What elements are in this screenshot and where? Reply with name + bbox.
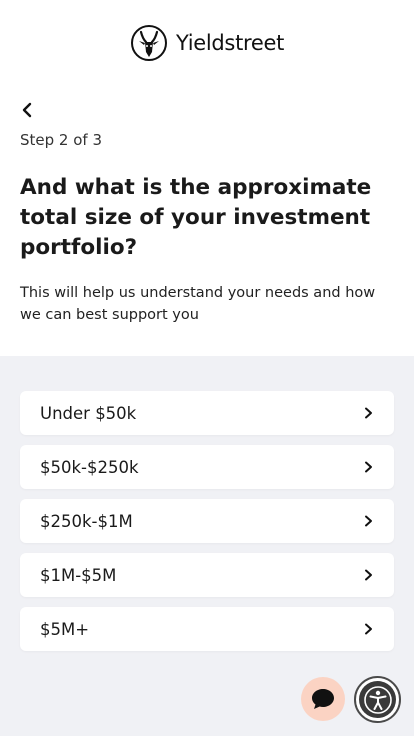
header-section: Yieldstreet Step 2 of 3 And what is the … bbox=[0, 0, 414, 356]
option-under-50k[interactable]: Under $50k bbox=[20, 391, 394, 435]
option-list: Under $50k $50k-$250k $250k-$1M $1M-$5M … bbox=[20, 391, 394, 661]
option-5m-plus[interactable]: $5M+ bbox=[20, 607, 394, 651]
chevron-right-icon bbox=[362, 623, 374, 635]
option-label: $5M+ bbox=[40, 619, 90, 639]
chevron-right-icon bbox=[362, 407, 374, 419]
page-subtitle: This will help us understand your needs … bbox=[20, 285, 376, 323]
option-label: $50k-$250k bbox=[40, 457, 139, 477]
step-indicator: Step 2 of 3 bbox=[20, 131, 103, 149]
options-panel: Under $50k $50k-$250k $250k-$1M $1M-$5M … bbox=[0, 356, 414, 736]
chat-bubble-icon bbox=[312, 689, 334, 709]
option-label: $250k-$1M bbox=[40, 511, 133, 531]
option-label: $1M-$5M bbox=[40, 565, 117, 585]
accessibility-button[interactable] bbox=[354, 676, 401, 723]
option-250k-1m[interactable]: $250k-$1M bbox=[20, 499, 394, 543]
antelope-head-icon bbox=[130, 25, 167, 61]
chevron-right-icon bbox=[362, 569, 374, 581]
chat-button[interactable] bbox=[301, 677, 345, 721]
chevron-left-icon bbox=[22, 102, 32, 118]
brand-logo[interactable]: Yieldstreet bbox=[0, 24, 414, 62]
chevron-right-icon bbox=[362, 515, 374, 527]
page-title: And what is the approximate total size o… bbox=[20, 175, 372, 260]
option-50k-250k[interactable]: $50k-$250k bbox=[20, 445, 394, 489]
accessibility-icon bbox=[359, 681, 396, 718]
back-button[interactable] bbox=[16, 99, 38, 121]
chevron-right-icon bbox=[362, 461, 374, 473]
option-1m-5m[interactable]: $1M-$5M bbox=[20, 553, 394, 597]
brand-name: Yieldstreet bbox=[175, 31, 285, 55]
option-label: Under $50k bbox=[40, 403, 137, 423]
